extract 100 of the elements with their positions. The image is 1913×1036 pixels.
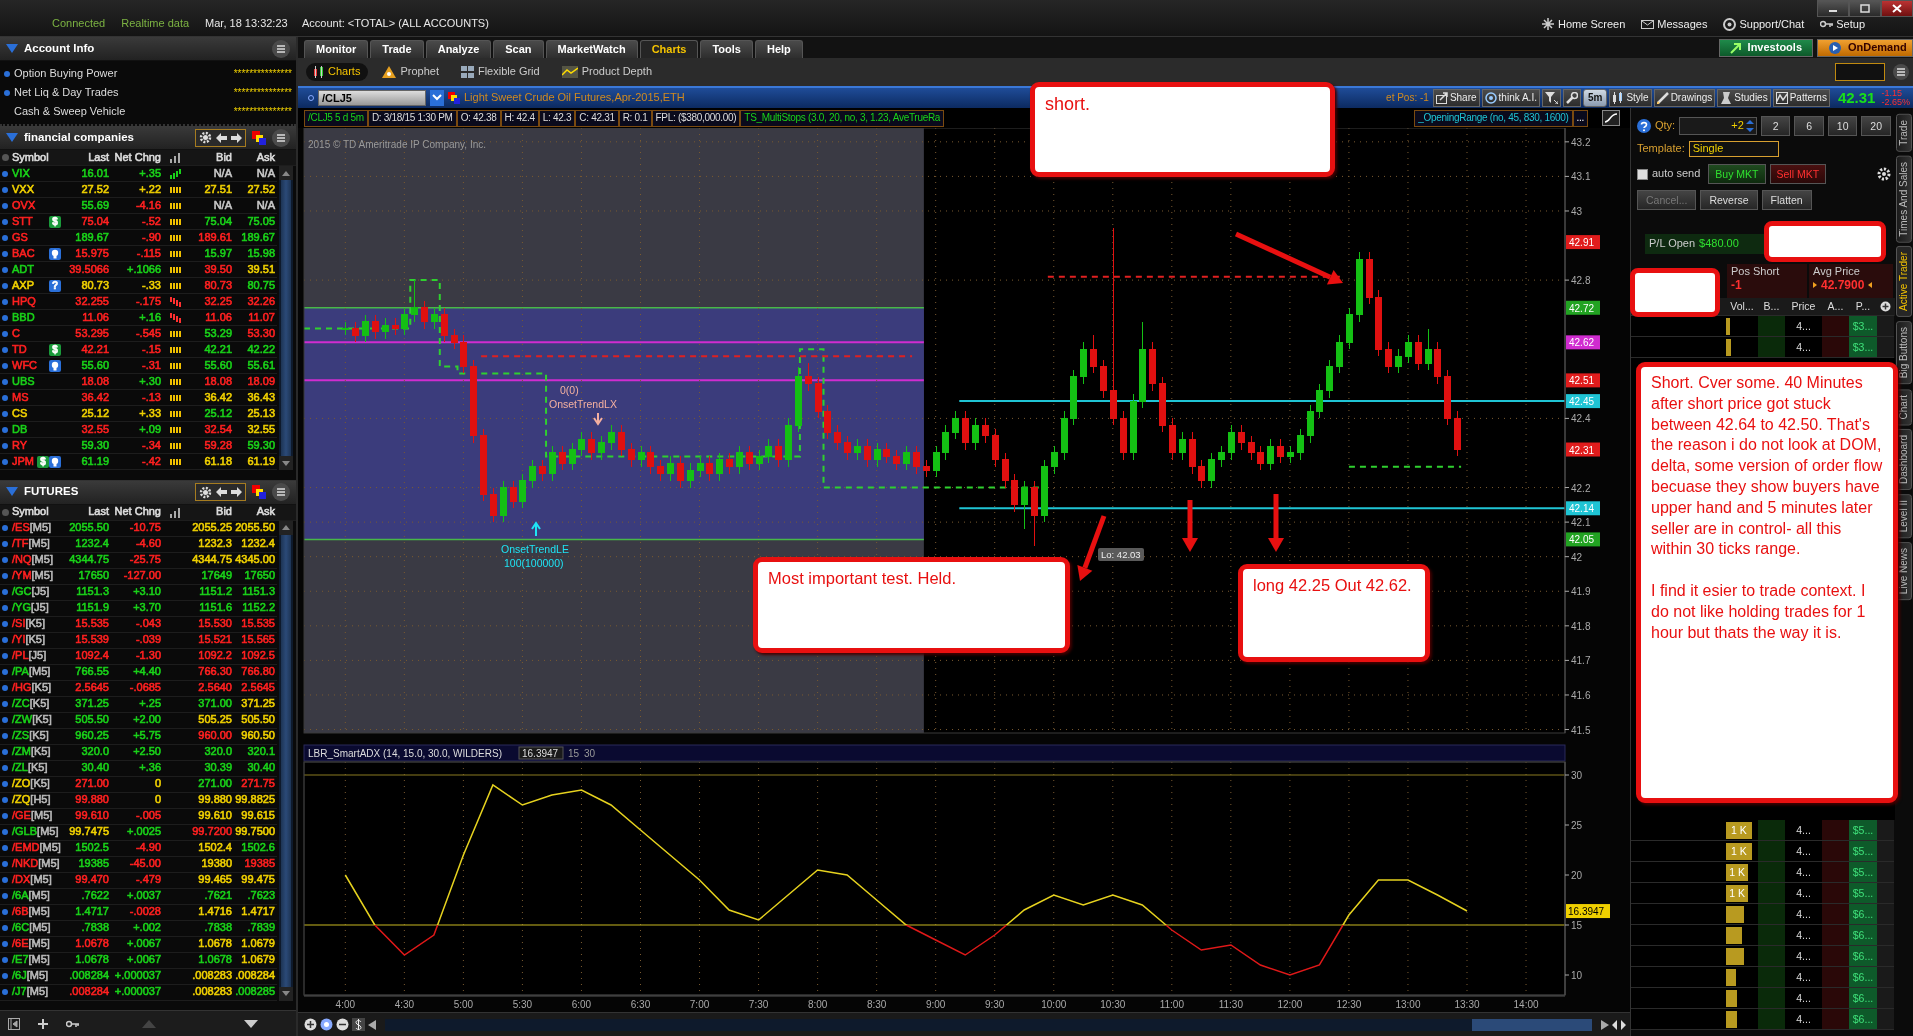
tab[interactable]: Help [755,40,803,58]
percent-change: -2.65% [1881,98,1910,107]
tab[interactable]: Analyze [425,40,492,58]
subtab[interactable]: Prophet [374,63,447,81]
support-chat-link[interactable]: Support/Chat [1715,18,1813,32]
table-cell-text: 1151.2 [198,585,233,599]
studies-button[interactable]: Studies [1717,89,1771,107]
subtab[interactable]: Charts [306,63,369,81]
table-cell-text: .008283 [191,969,233,983]
tab[interactable]: Trade [370,40,424,58]
subtab[interactable]: Product Depth [553,63,660,81]
quantity-preset[interactable]: 6 [1794,116,1824,136]
symbol-cell: WFC [12,358,38,373]
style-button[interactable]: Style [1609,89,1652,107]
axis-tick: 10 [1571,970,1583,981]
table-cell-text: 59.30 [80,438,110,453]
table-cell-text: 1152.2 [241,601,276,615]
table-cell-text: 2055.50 [68,521,110,535]
messages-link[interactable]: Messages [1633,18,1716,32]
table-cell-text: 1.4716 [197,905,233,919]
table-cell-text: 19385 [77,857,110,871]
quantity-field[interactable]: +2 [1679,117,1757,135]
table-cell-text: -.175 [134,294,162,309]
quantity-preset[interactable]: 2 [1760,116,1791,136]
table-cell-text: +.16 [138,310,162,325]
tab[interactable]: MarketWatch [545,40,638,58]
table-cell-text: 371.25 [74,697,110,711]
table-cell-text: 2.5645 [240,681,276,695]
copyright-text: 2015 © TD Ameritrade IP Company, Inc. [308,139,486,150]
time-tick: 4:00 [335,999,356,1010]
buy-market-button[interactable]: Buy MKT [1708,164,1766,184]
table-cell-text: 320.0 [80,745,110,759]
think-ai-button[interactable]: think A.I. [1481,89,1540,107]
table-cell-text: 505.50 [240,713,276,727]
sell-market-button[interactable]: Sell MKT [1769,164,1827,184]
table-cell-text: .008283 [191,985,233,999]
drawings-button[interactable]: Drawings [1653,89,1716,107]
low-label: Lo: 42.03 [1098,548,1144,561]
table-cell-text: -.0685 [128,681,162,695]
investools-button[interactable]: Investools [1718,38,1813,57]
table-cell-text: -4.60 [134,537,162,551]
ladder-price: 4... [1785,337,1822,358]
side-tab[interactable]: Big Buttons [1896,321,1912,385]
action-button[interactable]: Flatten [1761,190,1812,210]
time-tick: 12:30 [1336,999,1362,1010]
field-label: Avg Price [1813,265,1861,279]
template-dropdown[interactable]: Single [1688,141,1779,157]
table-cell-text: 18.08 [203,374,233,389]
table-cell-text: 42.21 [80,342,110,357]
table-cell-text: 30.39 [203,761,233,775]
table-cell-text: .7838 [203,921,233,935]
tab[interactable]: Charts [639,40,699,58]
side-tab[interactable]: Times And Sales [1896,155,1912,243]
table-cell-text: -4.16 [134,198,162,213]
patterns-button[interactable]: Patterns [1772,89,1830,107]
share-button[interactable]: Share [1432,89,1480,107]
ladder-pl: $5... [1849,883,1877,904]
action-button[interactable]: Reverse [1700,190,1758,210]
symbol-field[interactable]: /CLJ5 [318,90,426,106]
table-cell-text: 36.43 [246,390,276,405]
table-cell-text: 17649 [200,569,233,583]
table-cell-text: 32.255 [74,294,110,309]
time-tick: 7:30 [748,999,769,1010]
quantity-preset[interactable]: 20 [1861,116,1891,136]
price-tick: 43.2 [1571,136,1591,148]
table-cell-text: .008284 [68,985,110,999]
home-screen-link[interactable]: Home Screen [1534,18,1634,32]
side-tab[interactable]: Trade [1896,114,1912,152]
quantity-preset[interactable]: 10 [1827,116,1858,136]
table-cell-text: 80.73 [80,278,110,293]
table-cell-text: -.34 [141,438,162,453]
table-cell-text: +.35 [138,166,162,181]
tab[interactable]: Tools [700,40,753,58]
info-field: _OpeningRange (no, 45, 830, 1600) [1414,109,1573,127]
table-cell-text: 55.69 [80,198,110,213]
symbol-cell-text: /SI[K5] [11,617,47,631]
table-cell-text: 1232.3 [197,537,233,551]
table-cell-text: .7839 [246,921,276,935]
table-cell-text: 59.30 [246,438,276,453]
table-cell-text: 39.50 [203,262,233,277]
table-cell-text: 39.5066 [68,262,110,277]
table-cell-text: .008284 [234,969,276,983]
column-header: Symbol [11,150,50,165]
table-cell-text: 99.470 [74,873,110,887]
symbol-cell-text: /YM[M5] [11,569,54,583]
interval-button[interactable]: 5m [1582,89,1608,107]
symbol-cell-text: /GLB[M5] [11,825,60,839]
side-tab[interactable]: Active Trader [1896,246,1912,318]
tab[interactable]: Monitor [304,40,369,58]
time-tick: 8:30 [866,999,887,1010]
table-cell-text: +.000037 [113,969,162,983]
tab[interactable]: Scan [493,40,544,58]
table-cell-text: N/A [255,198,276,213]
subtab[interactable]: Flexible Grid [452,63,548,81]
study-label: 100(100000) [504,557,564,569]
table-cell-text: 960.50 [240,729,276,743]
setup-link[interactable]: Setup [1812,18,1873,32]
ondemand-button[interactable]: OnDemand [1817,38,1913,57]
table-cell-text: 55.60 [203,358,233,373]
table-cell-text: 4345.00 [234,553,276,567]
